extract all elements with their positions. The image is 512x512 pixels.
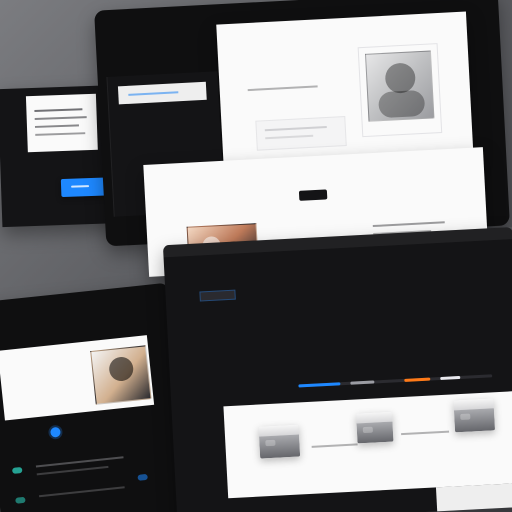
sidebar-header-line [128, 91, 179, 96]
bottom-left-photo [90, 345, 152, 405]
bottom-main-footer [435, 482, 512, 512]
card-line [401, 430, 450, 436]
bottom-main-tab [199, 289, 236, 302]
status-icon [15, 496, 26, 504]
bottom-main-hero-line-2 [280, 320, 500, 332]
bottom-main-hero-line-3 [345, 341, 485, 348]
bottom-left-hero [0, 335, 155, 421]
sidebar-item [123, 144, 203, 148]
bottom-left-line [36, 465, 109, 476]
card-text-line [34, 124, 79, 128]
middle-left-copy [267, 224, 347, 228]
top-right-nav [277, 23, 447, 32]
progress-seg-gray [350, 380, 375, 385]
text-box [255, 116, 347, 151]
text-box-line [264, 126, 327, 132]
left-white-card [25, 93, 98, 153]
progress-seg-blue [298, 382, 341, 388]
card-tile-2[interactable] [355, 411, 394, 444]
sidebar-item [122, 130, 202, 134]
image-card [357, 43, 443, 138]
hero-progress-strip [298, 374, 493, 388]
logo-icon [49, 426, 61, 438]
title-underline [247, 85, 318, 92]
card-label-3 [500, 405, 512, 406]
bottom-left-line [35, 456, 124, 468]
card-label-2 [400, 416, 460, 419]
bottom-left-logo [66, 417, 156, 426]
left-panel-label-2 [13, 170, 103, 173]
bottom-left-hero-text [9, 356, 99, 365]
progress-seg-white [440, 375, 461, 381]
card-tile-3[interactable] [453, 398, 496, 433]
card-text-line [35, 132, 86, 136]
footer-text [446, 491, 512, 495]
card-line [311, 443, 358, 448]
portrait-image [364, 50, 435, 122]
top-right-title [247, 69, 367, 75]
sidebar-header [117, 81, 207, 105]
middle-section-title [270, 168, 390, 174]
status-icon [11, 466, 23, 474]
card-text-line [34, 116, 87, 120]
bottom-main-hero-line-1 [279, 300, 499, 312]
card-tile-1[interactable] [258, 424, 301, 459]
bottom-main-screen [162, 227, 512, 512]
progress-seg-orange [404, 377, 431, 382]
text-box-line [265, 134, 314, 140]
bottom-left-line [38, 486, 125, 498]
left-panel-label-1 [12, 158, 102, 161]
middle-right-line [372, 221, 445, 228]
bottom-main-cards [223, 390, 512, 499]
middle-right-copy [370, 206, 460, 211]
sidebar-item [122, 116, 202, 120]
bottom-left-screen [0, 282, 192, 512]
screenshot-canvas [0, 0, 512, 512]
middle-dark-chip [298, 189, 328, 201]
status-icon [137, 473, 148, 481]
card-text-line [34, 108, 83, 112]
